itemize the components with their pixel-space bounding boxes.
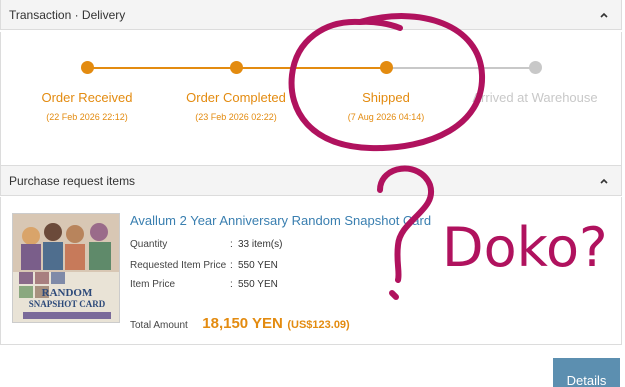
quantity-label: Quantity <box>130 239 168 250</box>
transaction-header-label: Transaction · Delivery <box>9 7 126 22</box>
thumb-text-2: SNAPSHOT CARD <box>29 299 106 309</box>
total-label: Total Amount <box>130 320 188 331</box>
purchase-item: RANDOM SNAPSHOT CARD Avallum 2 Year Anni… <box>0 197 622 345</box>
item-price-value: 550 YEN <box>238 279 278 290</box>
step-label-arrived: Arrived at Warehouse <box>472 90 598 105</box>
step-label-shipped: Shipped <box>362 90 410 105</box>
step-date-order-received: (22 Feb 2026 22:12) <box>46 112 128 122</box>
transaction-header[interactable]: Transaction · Delivery <box>0 0 622 30</box>
requested-price-row: Requested Item Price:550 YEN <box>130 260 278 271</box>
total-value: 18,150 YEN <box>202 315 283 332</box>
quantity-row: Quantity:33 item(s) <box>130 239 283 250</box>
item-price-label: Item Price <box>130 279 176 290</box>
step-date-shipped: (7 Aug 2026 04:14) <box>347 112 425 122</box>
item-thumbnail[interactable]: RANDOM SNAPSHOT CARD <box>12 213 120 323</box>
total-row: Total Amount 18,150 YEN (US$123.09) <box>130 315 350 333</box>
delivery-progress: Order Received Order Completed Shipped A… <box>0 32 622 165</box>
progress-line-pending <box>387 67 535 69</box>
step-dot-shipped <box>380 61 393 74</box>
step-label-order-received: Order Received <box>41 90 133 105</box>
purchase-header-label: Purchase request items <box>9 173 136 188</box>
step-dot-arrived <box>529 61 542 74</box>
chevron-up-icon[interactable] <box>599 10 609 20</box>
item-title-link[interactable]: Avallum 2 Year Anniversary Random Snapsh… <box>130 213 431 228</box>
requested-price-label: Requested Item Price <box>130 260 227 271</box>
step-date-order-completed: (23 Feb 2026 02:22) <box>195 112 277 122</box>
step-dot-order-received <box>81 61 94 74</box>
chevron-up-icon[interactable] <box>599 176 609 186</box>
total-usd: (US$123.09) <box>287 319 350 331</box>
item-price-row: Item Price:550 YEN <box>130 279 278 290</box>
step-dot-order-completed <box>230 61 243 74</box>
details-button[interactable]: Details <box>553 358 620 387</box>
purchase-header[interactable]: Purchase request items <box>0 165 622 196</box>
thumb-text-1: RANDOM <box>42 287 93 299</box>
requested-price-value: 550 YEN <box>238 260 278 271</box>
step-label-order-completed: Order Completed <box>186 90 286 105</box>
quantity-value: 33 item(s) <box>238 239 283 250</box>
